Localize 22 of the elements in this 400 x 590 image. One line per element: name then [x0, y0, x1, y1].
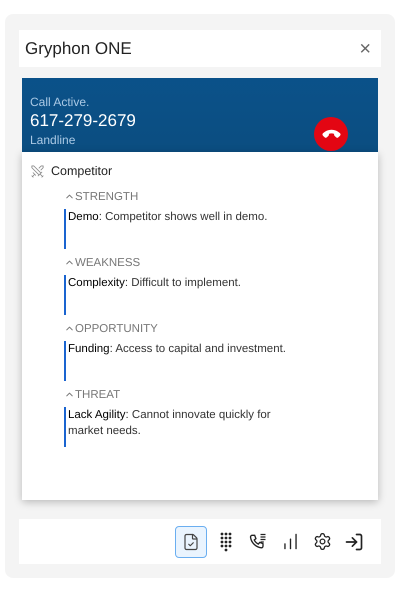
note-text: Complexity: Difficult to implement. [68, 276, 242, 291]
line-type: Landline [30, 133, 76, 147]
section-toggle[interactable]: THREAT [64, 386, 370, 403]
section-toggle[interactable]: WEAKNESS [64, 254, 370, 271]
exit-icon [344, 532, 364, 552]
settings-icon [312, 532, 332, 551]
phone-number: 617-279-2679 [30, 110, 136, 132]
section-toggle[interactable]: OPPORTUNITY [64, 320, 370, 337]
notes-icon [182, 532, 200, 550]
call-log-icon [248, 532, 268, 552]
note-text: Lack Agility: Cannot innovate quickly for market needs. [68, 408, 272, 439]
section-toggle[interactable]: STRENGTH [64, 188, 370, 205]
swords-icon [30, 164, 45, 179]
hang-up-button[interactable] [314, 117, 348, 151]
panel-title: Competitor [51, 163, 112, 180]
note-text: Demo: Competitor shows well in demo. [68, 210, 268, 225]
toolbar-button[interactable] [175, 526, 207, 558]
keypad-icon [218, 530, 234, 552]
close-button[interactable]: × [355, 38, 375, 58]
call-status: Call Active. [30, 95, 90, 109]
note-text: Funding: Access to capital and investment. [68, 342, 287, 357]
window-title: Gryphon ONE [25, 38, 132, 60]
